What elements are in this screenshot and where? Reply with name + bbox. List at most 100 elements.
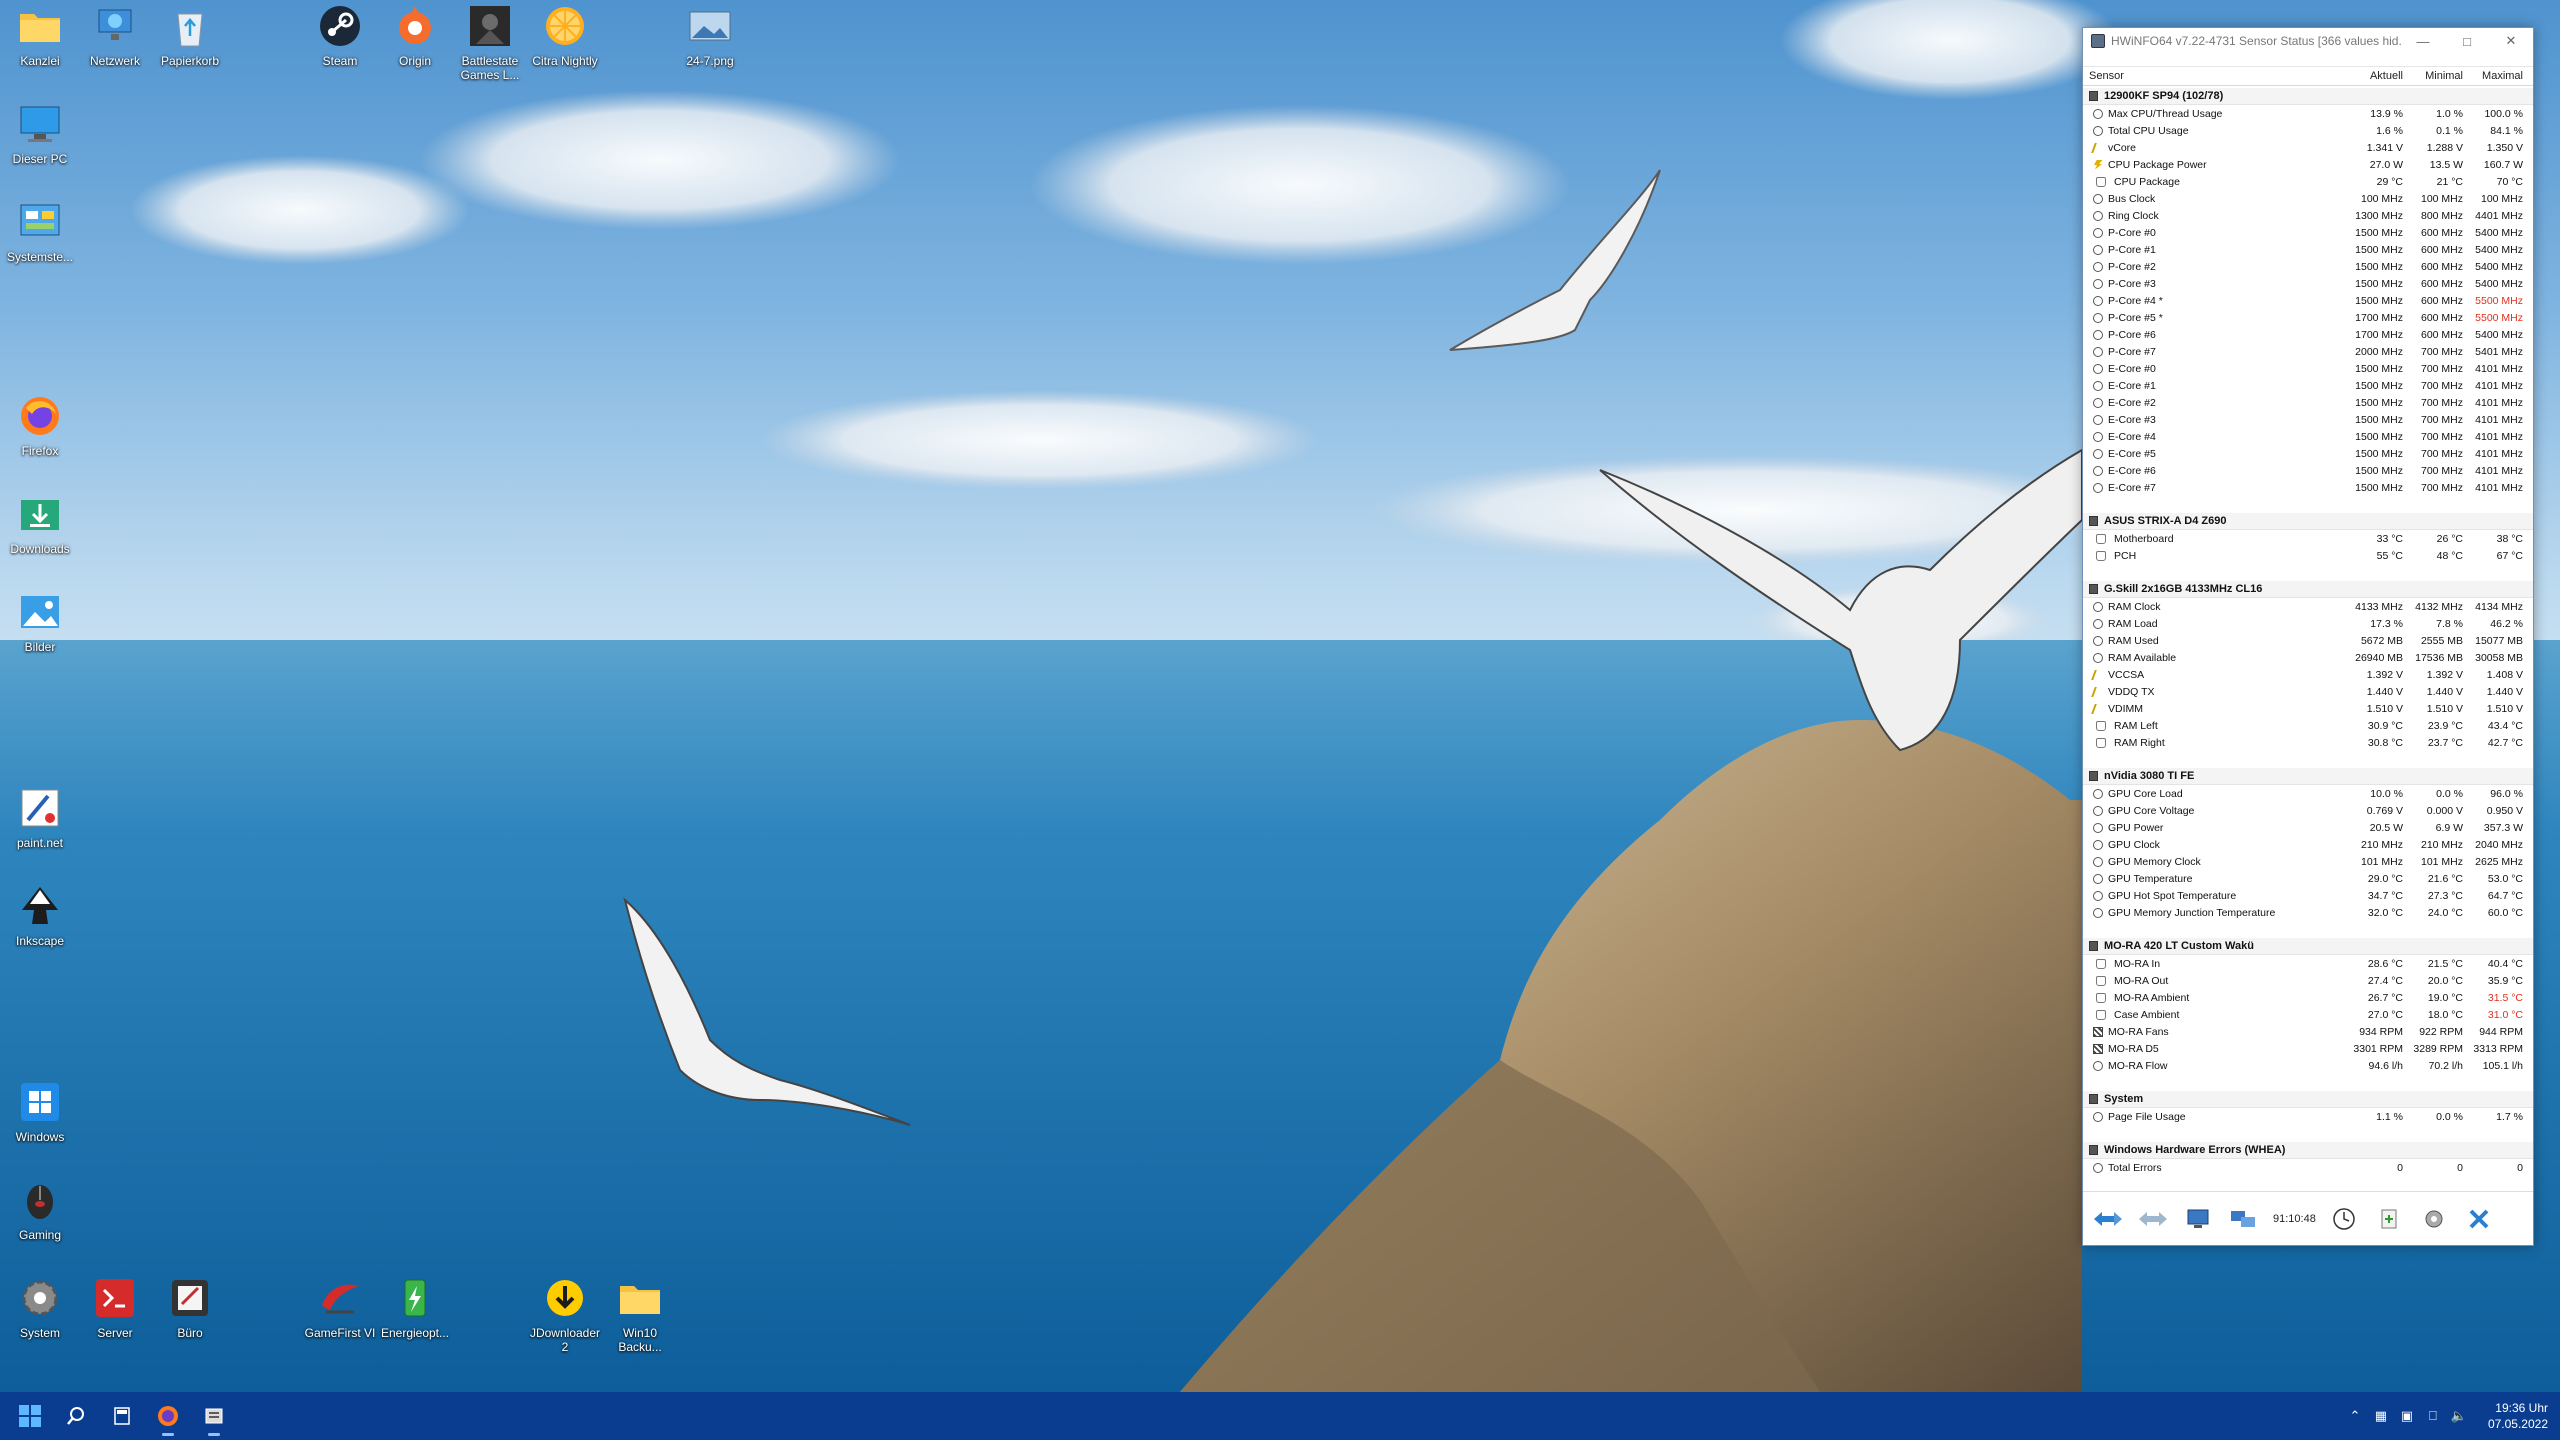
sensor-row[interactable]: GPU Power 20.5 W 6.9 W 357.3 W [2083, 819, 2533, 836]
sensor-row[interactable]: E-Core #5 1500 MHz 700 MHz 4101 MHz [2083, 445, 2533, 462]
search-button[interactable] [54, 1394, 98, 1438]
sensor-row[interactable]: P-Core #2 1500 MHz 600 MHz 5400 MHz [2083, 258, 2533, 275]
sensor-row[interactable]: RAM Load 17.3 % 7.8 % 46.2 % [2083, 615, 2533, 632]
sensor-row[interactable]: RAM Left 30.9 °C 23.9 °C 43.4 °C [2083, 717, 2533, 734]
sensor-row[interactable]: MO-RA Fans 934 RPM 922 RPM 944 RPM [2083, 1023, 2533, 1040]
sensor-row[interactable]: MO-RA Ambient 26.7 °C 19.0 °C 31.5 °C [2083, 989, 2533, 1006]
desktop-icon-15[interactable]: Inkscape [0, 882, 80, 948]
sensor-row[interactable]: Ring Clock 1300 MHz 800 MHz 4401 MHz [2083, 207, 2533, 224]
nav-forward-arrows-icon[interactable] [2133, 1202, 2173, 1236]
sensor-group-header[interactable]: 12900KF SP94 (102/78) [2083, 88, 2533, 105]
desktop-icon-10[interactable]: Systemste... [0, 198, 80, 264]
sensor-row[interactable]: CPU Package Power 27.0 W 13.5 W 160.7 W [2083, 156, 2533, 173]
sensor-row[interactable]: GPU Hot Spot Temperature 34.7 °C 27.3 °C 64… [2083, 887, 2533, 904]
desktop-icon-9[interactable]: Dieser PC [0, 100, 80, 166]
sensor-row[interactable]: RAM Right 30.8 °C 23.7 °C 42.7 °C [2083, 734, 2533, 751]
maximize-button[interactable]: □ [2445, 28, 2489, 54]
desktop-icon-13[interactable]: Bilder [0, 588, 80, 654]
sensor-row[interactable]: P-Core #3 1500 MHz 600 MHz 5400 MHz [2083, 275, 2533, 292]
desktop-icon-17[interactable]: Gaming [0, 1176, 80, 1242]
sensor-row[interactable]: Case Ambient 27.0 °C 18.0 °C 31.0 °C [2083, 1006, 2533, 1023]
sensor-row[interactable]: RAM Available 26940 MB 17536 MB 30058 MB [2083, 649, 2533, 666]
sensor-row[interactable]: MO-RA Out 27.4 °C 20.0 °C 35.9 °C [2083, 972, 2533, 989]
sensor-row[interactable]: VDDQ TX 1.440 V 1.440 V 1.440 V [2083, 683, 2533, 700]
sensor-row[interactable]: Total Errors 0 0 0 [2083, 1159, 2533, 1176]
sensor-row[interactable]: MO-RA In 28.6 °C 21.5 °C 40.4 °C [2083, 955, 2533, 972]
sensor-row[interactable]: GPU Core Voltage 0.769 V 0.000 V 0.950 V [2083, 802, 2533, 819]
add-report-icon[interactable] [2369, 1202, 2409, 1236]
taskbar-hwinfo[interactable] [192, 1394, 236, 1438]
tray-app-icon[interactable]: ▦ [2370, 1405, 2392, 1427]
sensor-row[interactable]: Total CPU Usage 1.6 % 0.1 % 84.1 % [2083, 122, 2533, 139]
column-min[interactable]: Minimal [2407, 70, 2467, 82]
desktop-icon-11[interactable]: Firefox [0, 392, 80, 458]
sensor-row[interactable]: P-Core #4 * 1500 MHz 600 MHz 5500 MHz [2083, 292, 2533, 309]
desktop-icon-23[interactable]: JDownloader 2 [525, 1274, 605, 1354]
sensor-row[interactable]: E-Core #7 1500 MHz 700 MHz 4101 MHz [2083, 479, 2533, 496]
sensor-row[interactable]: PCH 55 °C 48 °C 67 °C [2083, 547, 2533, 564]
sensor-row[interactable]: VDIMM 1.510 V 1.510 V 1.510 V [2083, 700, 2533, 717]
desktop-icon-1[interactable]: Kanzlei [0, 2, 80, 68]
task-view-button[interactable] [100, 1394, 144, 1438]
network-sensors-icon[interactable] [2178, 1202, 2218, 1236]
clock[interactable]: 19:36 Uhr 07.05.2022 [2488, 1400, 2548, 1432]
column-max[interactable]: Maximal [2467, 70, 2527, 82]
settings-gear-icon[interactable] [2414, 1202, 2454, 1236]
column-current[interactable]: Aktuell [2347, 70, 2407, 82]
sensor-row[interactable]: GPU Temperature 29.0 °C 21.6 °C 53.0 °C [2083, 870, 2533, 887]
clock-icon[interactable] [2324, 1202, 2364, 1236]
sensor-row[interactable]: GPU Memory Clock 101 MHz 101 MHz 2625 MHz [2083, 853, 2533, 870]
sensor-row[interactable]: P-Core #1 1500 MHz 600 MHz 5400 MHz [2083, 241, 2533, 258]
sensor-row[interactable]: E-Core #6 1500 MHz 700 MHz 4101 MHz [2083, 462, 2533, 479]
sensor-row[interactable]: P-Core #0 1500 MHz 600 MHz 5400 MHz [2083, 224, 2533, 241]
sensor-row[interactable]: E-Core #4 1500 MHz 700 MHz 4101 MHz [2083, 428, 2533, 445]
sensor-row[interactable]: Max CPU/Thread Usage 13.9 % 1.0 % 100.0 % [2083, 105, 2533, 122]
sensor-row[interactable]: E-Core #0 1500 MHz 700 MHz 4101 MHz [2083, 360, 2533, 377]
desktop-icon-21[interactable]: GameFirst VI [300, 1274, 380, 1340]
desktop-icon-7[interactable]: Citra Nightly [525, 2, 605, 68]
sensor-row[interactable]: vCore 1.341 V 1.288 V 1.350 V [2083, 139, 2533, 156]
hwinfo-titlebar[interactable]: HWiNFO64 v7.22-4731 Sensor Status [366 v… [2083, 28, 2533, 54]
desktop-icon-14[interactable]: paint.net [0, 784, 80, 850]
sensor-group-header[interactable]: nVidia 3080 TI FE [2083, 768, 2533, 785]
desktop-icon-8[interactable]: 24-7.png [670, 2, 750, 68]
sensor-row[interactable]: P-Core #5 * 1700 MHz 600 MHz 5500 MHz [2083, 309, 2533, 326]
sensor-group-header[interactable]: Windows Hardware Errors (WHEA) [2083, 1142, 2533, 1159]
desktop-icon-16[interactable]: Windows [0, 1078, 80, 1144]
hwinfo-sensor-window[interactable]: HWiNFO64 v7.22-4731 Sensor Status [366 v… [2082, 27, 2534, 1246]
sensor-row[interactable]: P-Core #6 1700 MHz 600 MHz 5400 MHz [2083, 326, 2533, 343]
nav-back-arrows-icon[interactable] [2088, 1202, 2128, 1236]
sensor-row[interactable]: E-Core #2 1500 MHz 700 MHz 4101 MHz [2083, 394, 2533, 411]
desktop-icon-19[interactable]: Server [75, 1274, 155, 1340]
column-sensor[interactable]: Sensor [2083, 70, 2347, 82]
sensor-row[interactable]: GPU Core Load 10.0 % 0.0 % 96.0 % [2083, 785, 2533, 802]
desktop-icon-20[interactable]: Büro [150, 1274, 230, 1340]
sensor-row[interactable]: E-Core #3 1500 MHz 700 MHz 4101 MHz [2083, 411, 2533, 428]
sensor-row[interactable]: GPU Memory Junction Temperature 32.0 °C 24… [2083, 904, 2533, 921]
tray-hwinfo-icon[interactable]: ▣ [2396, 1405, 2418, 1427]
desktop-icon-4[interactable]: Steam [300, 2, 380, 68]
close-button[interactable]: ✕ [2489, 28, 2533, 54]
sensor-row[interactable]: RAM Clock 4133 MHz 4132 MHz 4134 MHz [2083, 598, 2533, 615]
taskbar-firefox[interactable] [146, 1394, 190, 1438]
desktop-icon-18[interactable]: System [0, 1274, 80, 1340]
sensor-row[interactable]: CPU Package 29 °C 21 °C 70 °C [2083, 173, 2533, 190]
sensor-table-body[interactable]: 12900KF SP94 (102/78) Max CPU/Thread Usag… [2083, 88, 2533, 1192]
switch-layout-icon[interactable] [2223, 1202, 2263, 1236]
minimize-button[interactable]: — [2401, 28, 2445, 54]
sensor-row[interactable]: RAM Used 5672 MB 2555 MB 15077 MB [2083, 632, 2533, 649]
sensor-group-header[interactable]: MO-RA 420 LT Custom Wakü [2083, 938, 2533, 955]
sensor-row[interactable]: MO-RA D5 3301 RPM 3289 RPM 3313 RPM [2083, 1040, 2533, 1057]
sensor-row[interactable]: VCCSA 1.392 V 1.392 V 1.408 V [2083, 666, 2533, 683]
sensor-row[interactable]: Bus Clock 100 MHz 100 MHz 100 MHz [2083, 190, 2533, 207]
desktop-icon-24[interactable]: Win10 Backu... [600, 1274, 680, 1354]
sensor-row[interactable]: Motherboard 33 °C 26 °C 38 °C [2083, 530, 2533, 547]
desktop-icon-5[interactable]: Origin [375, 2, 455, 68]
start-button[interactable] [8, 1394, 52, 1438]
desktop-icon-3[interactable]: Papierkorb [150, 2, 230, 68]
sensor-row[interactable]: GPU Clock 210 MHz 210 MHz 2040 MHz [2083, 836, 2533, 853]
desktop-icon-22[interactable]: Energieopt... [375, 1274, 455, 1340]
close-x-icon[interactable] [2459, 1202, 2499, 1236]
sensor-row[interactable]: E-Core #1 1500 MHz 700 MHz 4101 MHz [2083, 377, 2533, 394]
desktop-icon-12[interactable]: Downloads [0, 490, 80, 556]
